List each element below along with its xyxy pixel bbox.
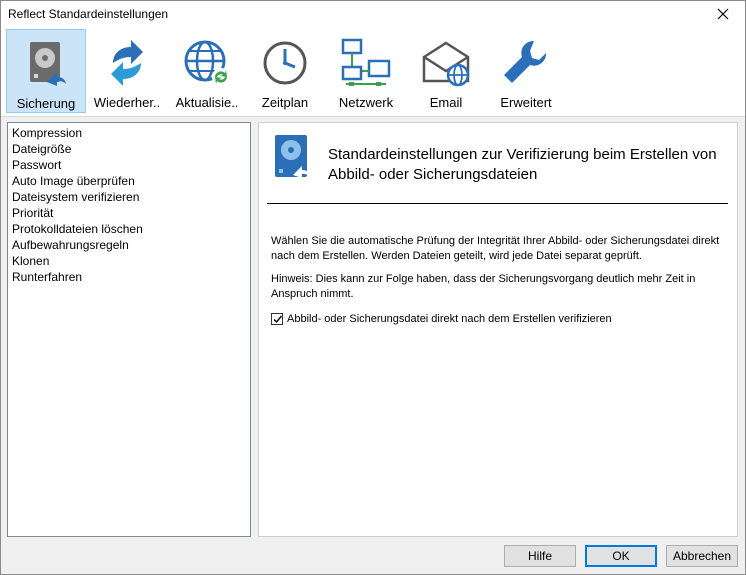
list-item[interactable]: Dateisystem verifizieren bbox=[8, 189, 250, 205]
email-icon bbox=[422, 41, 470, 87]
verify-checkbox-label: Abbild- oder Sicherungsdatei direkt nach… bbox=[287, 313, 612, 325]
tab-aktualisierung[interactable]: Aktualisie.. bbox=[168, 29, 246, 113]
verify-checkbox[interactable] bbox=[271, 313, 283, 325]
tab-erweitert[interactable]: Erweitert bbox=[489, 29, 563, 113]
ok-button[interactable]: OK bbox=[585, 545, 657, 567]
list-item[interactable]: Priorität bbox=[8, 205, 250, 221]
title-bar: Reflect Standardeinstellungen bbox=[1, 1, 745, 27]
tab-label: Sicherung bbox=[16, 96, 76, 111]
network-icon bbox=[341, 38, 391, 86]
globe-update-icon bbox=[184, 40, 230, 86]
panel-heading: Standardeinstellungen zur Verifizierung … bbox=[328, 146, 717, 183]
settings-window: Reflect Standardeinstellungen Sicherung bbox=[0, 0, 746, 575]
list-item[interactable]: Klonen bbox=[8, 253, 250, 269]
list-item[interactable]: Runterfahren bbox=[8, 269, 250, 285]
hint-text: Hinweis: Dies kann zur Folge haben, dass… bbox=[271, 273, 696, 300]
tab-label: Zeitplan bbox=[261, 95, 309, 110]
wrench-icon bbox=[504, 40, 547, 83]
close-icon bbox=[717, 8, 729, 20]
list-item[interactable]: Auto Image überprüfen bbox=[8, 173, 250, 189]
help-button[interactable]: Hilfe bbox=[504, 545, 576, 567]
list-item[interactable]: Passwort bbox=[8, 157, 250, 173]
clock-icon bbox=[263, 41, 307, 85]
window-title: Reflect Standardeinstellungen bbox=[8, 7, 169, 21]
verify-checkbox-row[interactable]: Abbild- oder Sicherungsdatei direkt nach… bbox=[271, 312, 612, 326]
restore-arrows-icon bbox=[111, 40, 143, 86]
description-text: Wählen Sie die automatische Prüfung der … bbox=[271, 235, 720, 262]
tab-email[interactable]: Email bbox=[411, 29, 481, 113]
category-toolbar: Sicherung Wiederher.. Aktualisie.. Zeitp… bbox=[1, 27, 745, 117]
tab-label: Erweitert bbox=[500, 95, 552, 110]
settings-category-list[interactable]: Kompression Dateigröße Passwort Auto Ima… bbox=[7, 122, 251, 537]
hdd-backup-icon bbox=[30, 42, 66, 86]
list-item[interactable]: Kompression bbox=[8, 125, 250, 141]
list-item[interactable]: Dateigröße bbox=[8, 141, 250, 157]
cancel-button[interactable]: Abbrechen bbox=[666, 545, 738, 567]
tab-zeitplan[interactable]: Zeitplan bbox=[249, 29, 321, 113]
checkmark-icon bbox=[273, 315, 283, 324]
settings-panel: Standardeinstellungen zur Verifizierung … bbox=[258, 122, 738, 537]
tab-label: Wiederher.. bbox=[93, 95, 161, 110]
tab-label: Netzwerk bbox=[338, 95, 394, 110]
list-item[interactable]: Aufbewahrungsregeln bbox=[8, 237, 250, 253]
list-item[interactable]: Protokolldateien löschen bbox=[8, 221, 250, 237]
tab-sicherung[interactable]: Sicherung bbox=[6, 29, 86, 113]
tab-label: Email bbox=[429, 95, 463, 110]
divider bbox=[267, 203, 728, 204]
close-button[interactable] bbox=[701, 1, 745, 27]
tab-netzwerk[interactable]: Netzwerk bbox=[329, 29, 403, 113]
tab-wiederherstellung[interactable]: Wiederher.. bbox=[88, 29, 166, 113]
hdd-verify-icon bbox=[275, 135, 310, 178]
tab-label: Aktualisie.. bbox=[175, 95, 239, 110]
